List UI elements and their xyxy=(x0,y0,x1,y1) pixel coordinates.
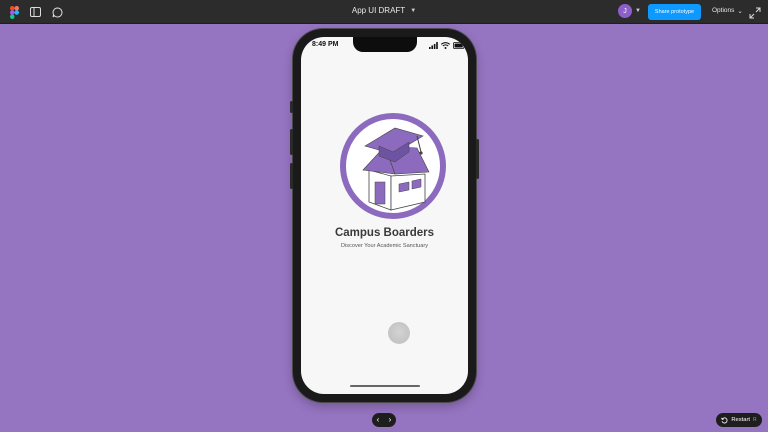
figma-logo-icon[interactable] xyxy=(6,4,22,20)
options-menu[interactable]: Options ⌄ xyxy=(712,7,743,15)
share-prototype-button[interactable]: Share prototype xyxy=(648,4,701,20)
volume-down-button xyxy=(290,163,293,189)
app-title: Campus Boarders xyxy=(334,227,435,239)
status-icons xyxy=(429,42,466,49)
file-title-dropdown[interactable]: App UI DRAFT ▼ xyxy=(352,6,416,15)
restart-label: Restart xyxy=(731,417,751,423)
next-frame-button[interactable]: › xyxy=(389,413,392,427)
battery-icon xyxy=(453,42,466,49)
home-indicator[interactable] xyxy=(350,385,420,387)
chevron-down-icon: ⌄ xyxy=(737,8,743,15)
frame-navigation: ‹ › xyxy=(372,413,396,427)
comment-icon[interactable] xyxy=(49,4,65,20)
previous-frame-button[interactable]: ‹ xyxy=(377,413,380,427)
chevron-down-icon: ▼ xyxy=(635,8,641,14)
user-menu[interactable]: J ▼ xyxy=(618,4,641,18)
expand-icon[interactable] xyxy=(749,6,761,19)
cellular-signal-icon xyxy=(429,42,438,49)
file-title: App UI DRAFT xyxy=(351,6,406,15)
mute-switch xyxy=(290,101,293,113)
avatar: J xyxy=(618,4,632,18)
app-tagline: Discover Your Academic Sanctuary xyxy=(340,243,429,249)
status-time: 8:49 PM xyxy=(312,41,339,48)
power-button xyxy=(476,139,479,179)
options-label: Options xyxy=(712,7,735,14)
chevron-down-icon: ▼ xyxy=(410,7,417,14)
volume-up-button xyxy=(290,129,293,155)
sidebar-toggle-icon[interactable] xyxy=(27,4,43,20)
restart-icon xyxy=(721,416,728,423)
prototype-toolbar: App UI DRAFT ▼ J ▼ Share prototype Optio… xyxy=(0,0,768,24)
wifi-icon xyxy=(441,42,450,49)
tap-cursor-indicator xyxy=(388,322,410,344)
restart-button[interactable]: Restart R xyxy=(716,413,762,427)
phone-frame: 8:49 PM Campus Boarders Discover Your Ac… xyxy=(290,29,479,402)
notch xyxy=(353,37,417,52)
campus-boarders-logo xyxy=(340,113,446,219)
phone-screen[interactable]: 8:49 PM Campus Boarders Discover Your Ac… xyxy=(301,37,468,394)
restart-shortcut: R xyxy=(753,417,757,423)
